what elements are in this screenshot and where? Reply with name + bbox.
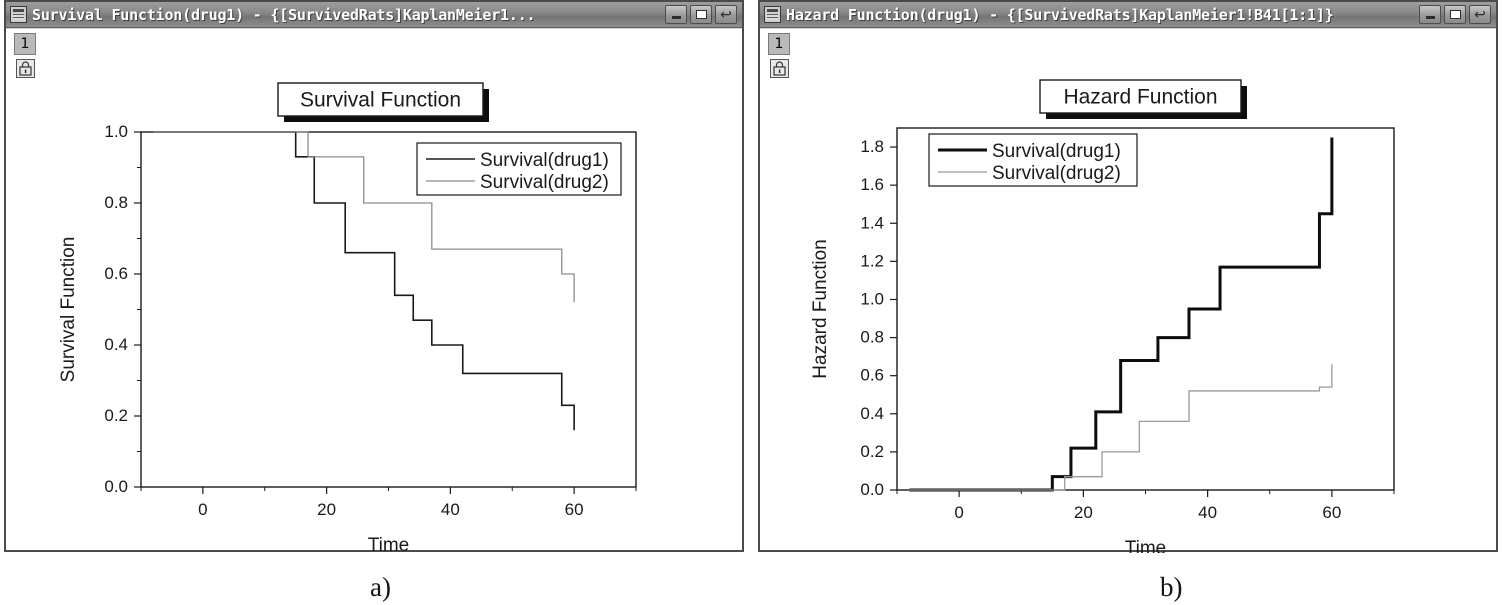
svg-text:0: 0	[198, 500, 207, 519]
hazard-window-title: Hazard Function(drug1) - {[SurvivedRats]…	[786, 5, 1334, 24]
survival-window-title: Survival Function(drug1) - {[SurvivedRat…	[32, 5, 536, 24]
hazard-client-area: 1 0.0 0.2 0.4 0.6 0.8 1.0 1.2 1.4 1.6 1.8 0 20 40 60 T…	[760, 28, 1496, 553]
svg-text:Hazard Function: Hazard Function	[810, 239, 831, 378]
svg-text:0.0: 0.0	[104, 477, 128, 496]
figure-caption-a: a)	[370, 572, 391, 602]
svg-text:20: 20	[1074, 503, 1093, 522]
svg-text:Survival(drug1): Survival(drug1)	[480, 150, 609, 171]
svg-text:60: 60	[1322, 503, 1341, 522]
minimize-button[interactable]	[665, 5, 687, 24]
svg-text:Survival(drug1): Survival(drug1)	[992, 141, 1121, 162]
svg-text:60: 60	[565, 500, 584, 519]
svg-text:Hazard Function: Hazard Function	[1063, 86, 1217, 109]
svg-text:0.4: 0.4	[860, 404, 884, 423]
minimize-button[interactable]	[1419, 5, 1441, 24]
svg-text:1.8: 1.8	[860, 137, 884, 156]
maximize-button[interactable]	[690, 5, 712, 24]
svg-text:0.2: 0.2	[104, 406, 128, 425]
survival-function-plot: 0.0 0.2 0.4 0.6 0.8 1.0 0 20 40 60 Time Survival Fu…	[58, 82, 637, 553]
hazard-function-plot: 0.0 0.2 0.4 0.6 0.8 1.0 1.2 1.4 1.6 1.8 0 20 40 60 Tim…	[810, 79, 1395, 553]
svg-text:Survival(drug2): Survival(drug2)	[480, 172, 609, 193]
figure-root: Survival Function(drug1) - {[SurvivedRat…	[0, 0, 1502, 605]
svg-text:40: 40	[1198, 503, 1217, 522]
hazard-function-window[interactable]: Hazard Function(drug1) - {[SurvivedRats]…	[758, 0, 1498, 553]
svg-text:1.0: 1.0	[860, 289, 884, 308]
svg-text:1.6: 1.6	[860, 175, 884, 194]
svg-text:20: 20	[317, 500, 336, 519]
restore-button[interactable]: ↩	[715, 5, 737, 24]
maximize-button[interactable]	[1444, 5, 1466, 24]
figure-caption-b: b)	[1160, 572, 1183, 602]
survival-client-area: 1 0.0 0.2 0.4 0.6 0.8 1.0 0 20 40 60 Time Survival …	[6, 28, 742, 553]
hazard-window-titlebar[interactable]: Hazard Function(drug1) - {[SurvivedRats]…	[760, 2, 1496, 28]
svg-text:1.0: 1.0	[104, 122, 128, 141]
svg-text:0.4: 0.4	[104, 335, 128, 354]
svg-text:0.8: 0.8	[104, 193, 128, 212]
svg-text:Survival Function: Survival Function	[58, 237, 79, 383]
svg-text:0.6: 0.6	[104, 264, 128, 283]
survival-window-buttons: ↩	[665, 5, 739, 24]
svg-text:1.4: 1.4	[860, 213, 884, 232]
survival-window-titlebar[interactable]: Survival Function(drug1) - {[SurvivedRat…	[6, 2, 742, 28]
svg-text:0: 0	[954, 503, 963, 522]
svg-text:0.0: 0.0	[860, 480, 884, 499]
svg-text:0.2: 0.2	[860, 442, 884, 461]
survival-function-window[interactable]: Survival Function(drug1) - {[SurvivedRat…	[4, 0, 744, 553]
svg-text:Time: Time	[1125, 538, 1167, 553]
restore-button[interactable]: ↩	[1469, 5, 1491, 24]
svg-text:40: 40	[441, 500, 460, 519]
svg-text:1.2: 1.2	[860, 251, 884, 270]
svg-text:0.6: 0.6	[860, 366, 884, 385]
svg-text:Time: Time	[368, 535, 410, 553]
svg-text:Survival(drug2): Survival(drug2)	[992, 163, 1121, 184]
worksheet-icon	[10, 6, 27, 23]
svg-text:0.8: 0.8	[860, 328, 884, 347]
svg-text:Survival Function: Survival Function	[300, 89, 461, 112]
worksheet-icon	[764, 6, 781, 23]
hazard-window-buttons: ↩	[1419, 5, 1493, 24]
